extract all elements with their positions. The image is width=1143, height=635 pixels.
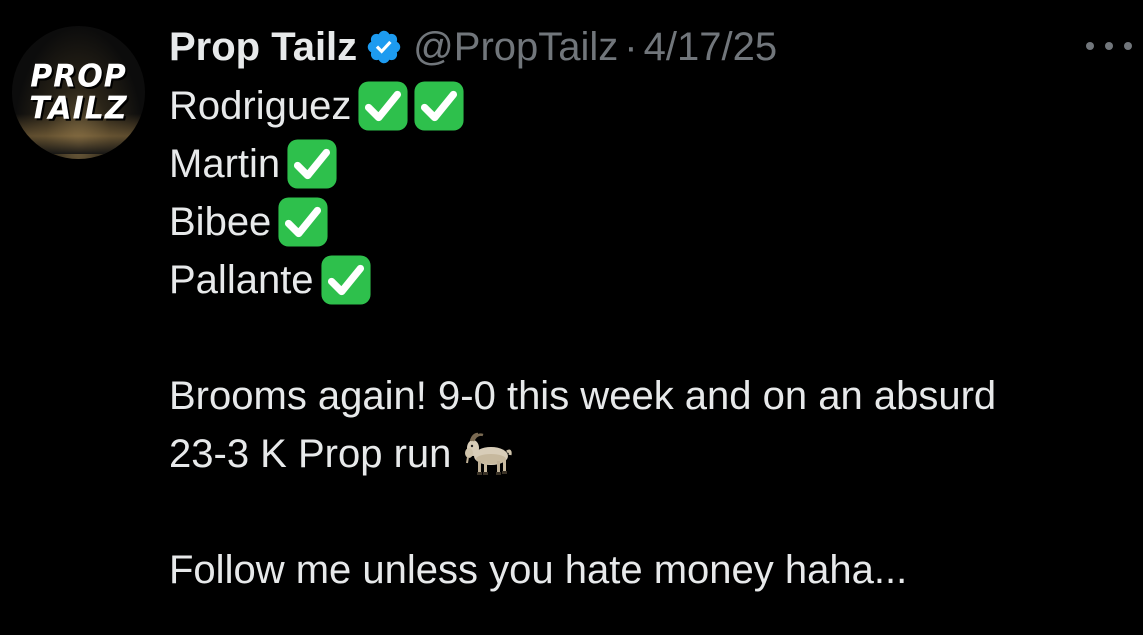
- player-name: Pallante: [169, 258, 314, 302]
- handle[interactable]: @PropTailz: [413, 25, 618, 70]
- check-mark-button-icon: [321, 255, 371, 305]
- more-dot: [1086, 42, 1094, 50]
- player-name: Martin: [169, 142, 281, 186]
- check-mark-button-icon: [287, 139, 337, 189]
- tweet-paragraph-1-line-2: 23-3 K Prop run: [169, 425, 1129, 483]
- tweet-line-rodriguez: Rodriguez: [169, 77, 1129, 135]
- paragraph-break: [169, 483, 1129, 541]
- tweet-paragraph-1-line-1: Brooms again! 9-0 this week and on an ab…: [169, 367, 1129, 425]
- check-mark-button-icon: [414, 81, 464, 131]
- check-mark-button-icon: [278, 197, 328, 247]
- tweet-line-bibee: Bibee: [169, 193, 1129, 251]
- paragraph-break: [169, 309, 1129, 367]
- paragraph-text: Brooms again! 9-0 this week and on an ab…: [169, 374, 997, 418]
- paragraph-text: Follow me unless you hate money haha...: [169, 548, 908, 592]
- avatar-logo-line-2: TAILZ: [29, 89, 128, 127]
- more-options-icon[interactable]: [1086, 38, 1132, 54]
- separator: ·: [624, 24, 638, 69]
- goat-icon: [465, 432, 513, 475]
- avatar[interactable]: PROP TAILZ: [12, 26, 145, 159]
- tweet-date[interactable]: 4/17/25: [644, 25, 777, 70]
- avatar-logo-line-1: PROP: [30, 57, 127, 95]
- more-dot: [1105, 42, 1113, 50]
- tweet-text: Rodriguez Martin Bibee Pallante Brooms a…: [169, 77, 1129, 599]
- more-dot: [1124, 42, 1132, 50]
- verified-badge-icon[interactable]: [365, 28, 403, 66]
- tweet-paragraph-2: Follow me unless you hate money haha...: [169, 541, 1129, 599]
- display-name[interactable]: Prop Tailz: [169, 25, 357, 70]
- tweet-header: Prop Tailz @PropTailz · 4/17/25: [169, 22, 777, 72]
- tweet-line-martin: Martin: [169, 135, 1129, 193]
- paragraph-text: 23-3 K Prop run: [169, 432, 452, 476]
- player-name: Rodriguez: [169, 84, 352, 128]
- tweet-line-pallante: Pallante: [169, 251, 1129, 309]
- player-name: Bibee: [169, 200, 272, 244]
- check-mark-button-icon: [358, 81, 408, 131]
